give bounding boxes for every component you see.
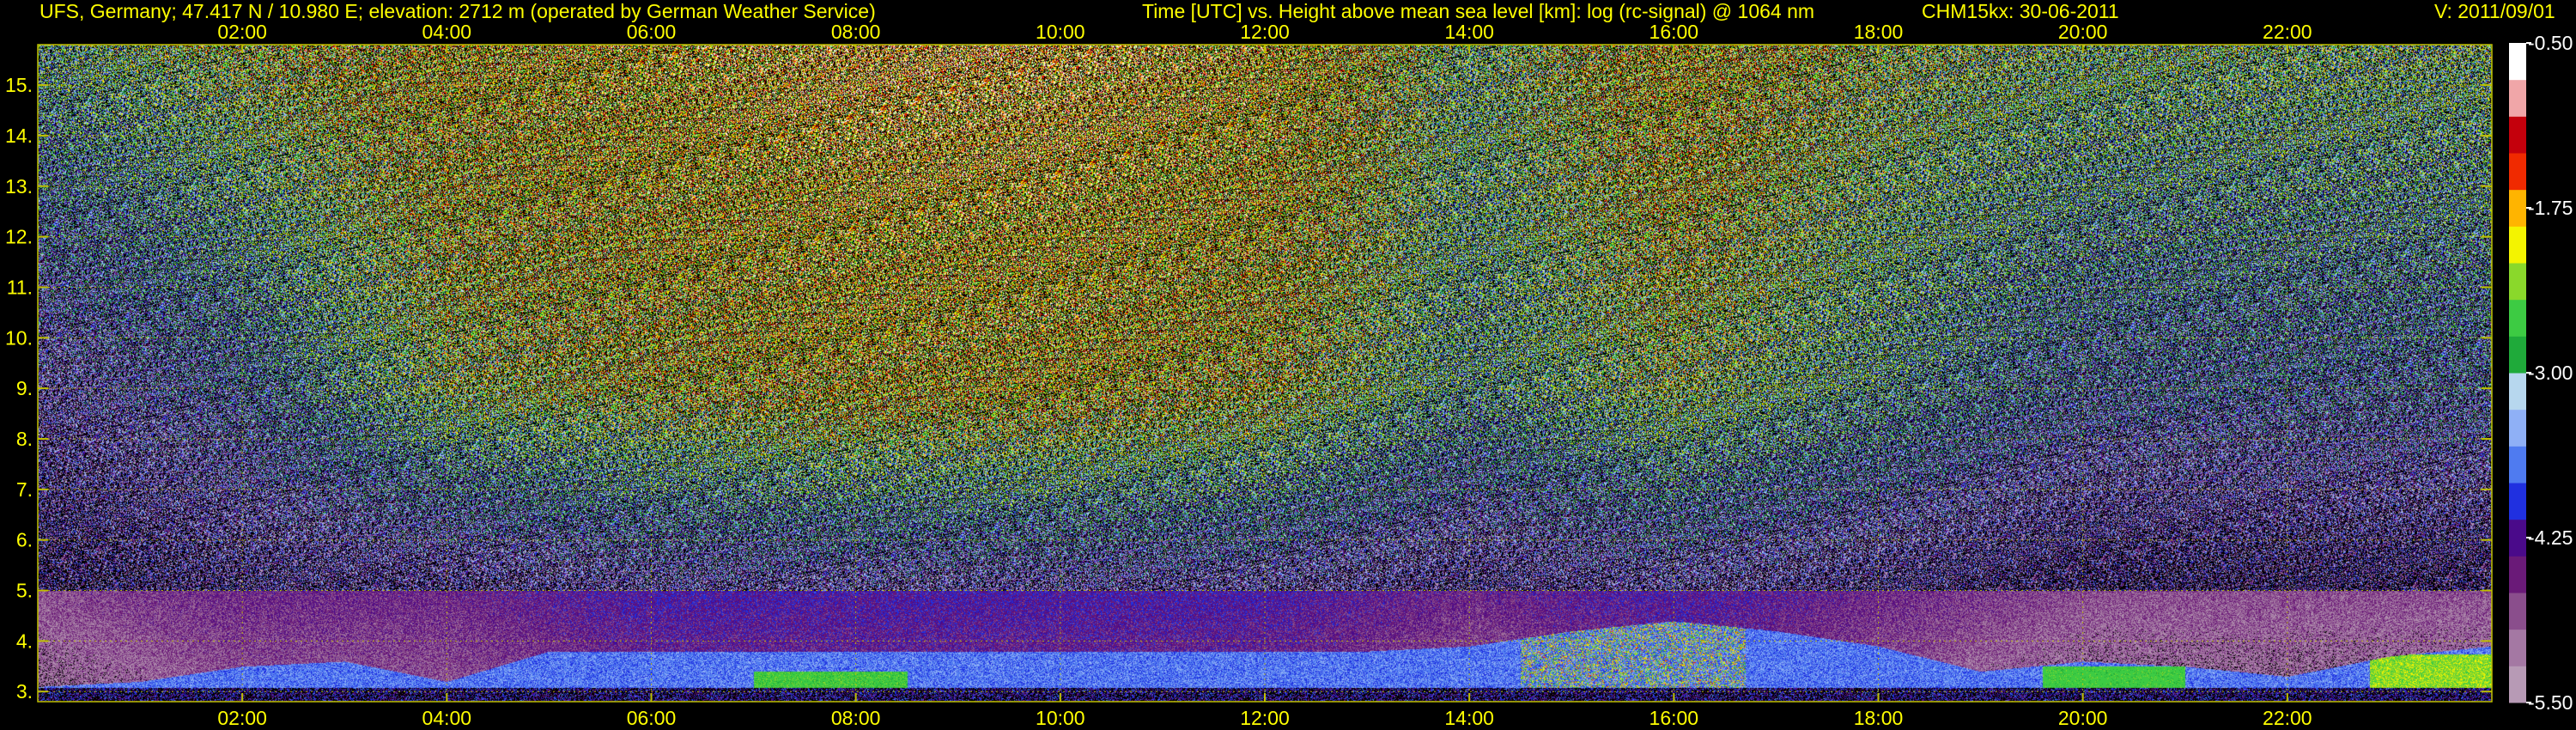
y-tick-label: 4. (16, 630, 33, 652)
colorbar-tick-label: -1.75 (2528, 197, 2573, 219)
colorbar-tick-label: -3.00 (2528, 362, 2573, 384)
colorbar-segment (2509, 666, 2526, 703)
colorbar-segment (2509, 519, 2526, 557)
x-tick-label-bottom: 06:00 (627, 707, 677, 729)
colorbar-segment (2509, 336, 2526, 374)
x-tick-label-bottom: 14:00 (1444, 707, 1494, 729)
x-tick-label-top: 08:00 (831, 21, 881, 43)
y-tick-label: 7. (16, 478, 33, 501)
colorbar-segment (2509, 79, 2526, 117)
colorbar-segment (2509, 226, 2526, 264)
x-tick-label-top: 22:00 (2263, 21, 2312, 43)
y-tick-label: 12. (5, 226, 33, 248)
x-tick-label-top: 06:00 (627, 21, 677, 43)
colorbar-segment (2509, 43, 2526, 81)
colorbar-segment (2509, 629, 2526, 666)
y-tick-label: 3. (16, 680, 33, 703)
y-tick-label: 13. (5, 175, 33, 198)
colorbar-segment (2509, 593, 2526, 630)
x-tick-label-bottom: 04:00 (422, 707, 472, 729)
x-tick-label-top: 14:00 (1444, 21, 1494, 43)
x-tick-label-top: 16:00 (1649, 21, 1699, 43)
x-tick-label-bottom: 20:00 (2058, 707, 2108, 729)
x-tick-label-bottom: 10:00 (1036, 707, 1085, 729)
ceilometer-chart: UFS, Germany; 47.417 N / 10.980 E; eleva… (0, 0, 2576, 730)
x-tick-label-bottom: 16:00 (1649, 707, 1699, 729)
x-tick-label-bottom: 18:00 (1854, 707, 1904, 729)
colorbar-segment (2509, 299, 2526, 337)
y-tick-label: 9. (16, 377, 33, 399)
colorbar-segment (2509, 153, 2526, 191)
colorbar-segment (2509, 483, 2526, 520)
x-tick-label-top: 18:00 (1854, 21, 1904, 43)
colorbar-tick-label: -0.50 (2528, 34, 2573, 54)
x-tick-label-bottom: 22:00 (2263, 707, 2312, 729)
colorbar-tick-label: -5.50 (2528, 691, 2573, 714)
y-tick-label: 6. (16, 529, 33, 551)
y-tick-label: 14. (5, 125, 33, 147)
x-tick-label-top: 04:00 (422, 21, 472, 43)
x-tick-label-top: 20:00 (2058, 21, 2108, 43)
colorbar-segment (2509, 263, 2526, 301)
x-tick-label-bottom: 12:00 (1240, 707, 1290, 729)
colorbar-tick-label: -4.25 (2528, 526, 2573, 549)
colorbar-segment (2509, 373, 2526, 411)
colorbar-segment (2509, 189, 2526, 227)
colorbar-segment (2509, 409, 2526, 447)
colorbar: -0.50 -1.75 -3.00 -4.25 -5.50 (2509, 34, 2573, 714)
x-tick-label-top: 12:00 (1240, 21, 1290, 43)
y-tick-label: 5. (16, 580, 33, 602)
x-tick-label-top: 02:00 (217, 21, 267, 43)
chart-axes: 02:00 02:00 04:00 04:00 06:00 06:00 08:00 08:00… (5, 21, 2493, 729)
y-tick-label: 8. (16, 428, 33, 450)
colorbar-segment (2509, 116, 2526, 154)
y-tick-label: 11. (7, 276, 33, 298)
colorbar-segment (2509, 556, 2526, 593)
x-tick-label-top: 10:00 (1036, 21, 1085, 43)
colorbar-segment (2509, 446, 2526, 484)
y-tick-label: 15. (5, 74, 33, 96)
y-tick-label: 10. (5, 326, 33, 349)
x-tick-label-bottom: 08:00 (831, 707, 881, 729)
x-tick-label-bottom: 02:00 (217, 707, 267, 729)
